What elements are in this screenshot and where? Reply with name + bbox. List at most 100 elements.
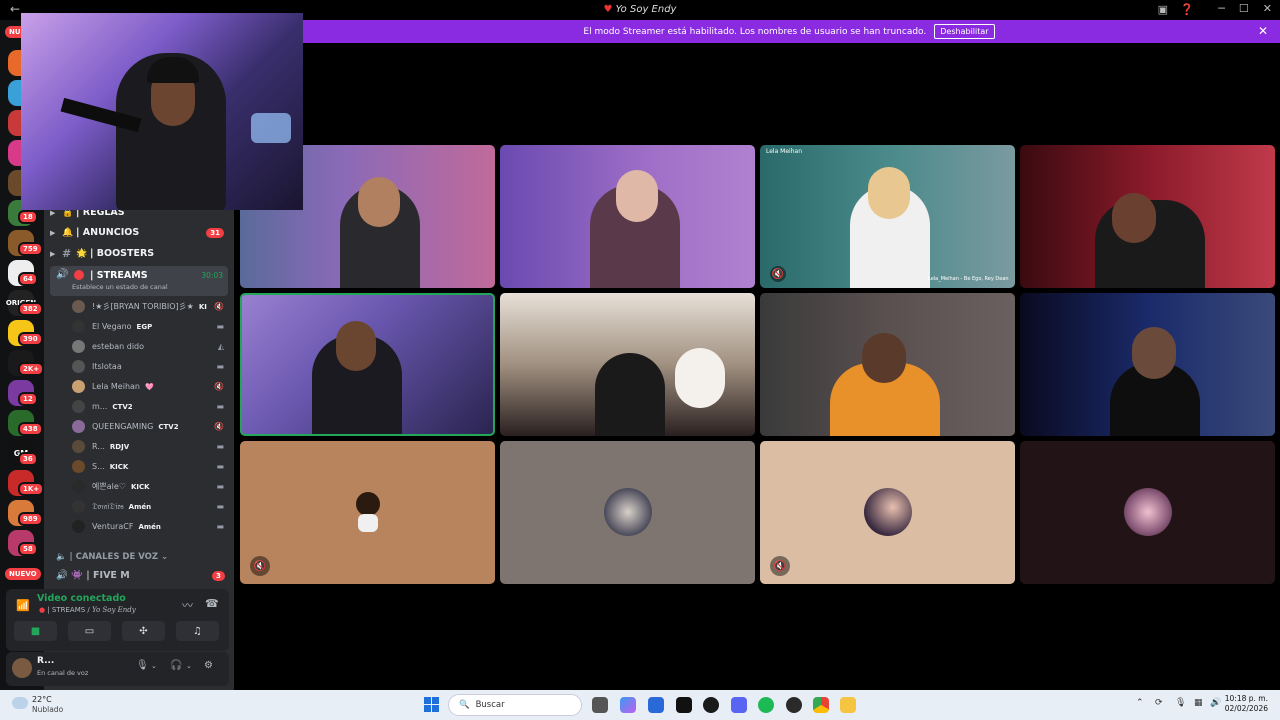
voice-user[interactable]: El Vegano EGP ▬ <box>72 317 228 336</box>
muted-icon: 🔇 <box>770 556 790 576</box>
user-tag: CTV2 <box>112 402 133 411</box>
server-badge: 1K+ <box>18 482 45 496</box>
video-tile[interactable] <box>1020 145 1275 288</box>
video-icon: ▬ <box>216 362 224 371</box>
head-shape <box>616 170 658 222</box>
noise-suppression-icon[interactable]: 〰 <box>182 597 193 613</box>
sync-icon[interactable]: ⟳ <box>1155 698 1163 708</box>
task-view-icon[interactable] <box>592 697 608 713</box>
file-explorer-icon[interactable] <box>840 697 856 713</box>
video-tile[interactable] <box>500 293 755 436</box>
voice-user[interactable]: Itslotaa ▬ <box>72 357 228 376</box>
windows-start-icon[interactable] <box>424 697 439 712</box>
spotify-icon[interactable] <box>758 697 774 713</box>
voice-category[interactable]: 🔈 | CANALES DE VOZ ⌄ <box>56 552 168 562</box>
disable-streamer-button[interactable]: Deshabilitar <box>934 24 995 39</box>
video-tile[interactable]: Lela Meihan 🔇 Lela_Meihan - Be Ego, Rey … <box>760 145 1015 288</box>
system-clock[interactable]: 10:18 p. m. 02/02/2026 <box>1225 694 1268 714</box>
discord-taskbar-icon[interactable] <box>731 697 747 713</box>
voice-channel-name: | STREAMS / <box>47 606 90 614</box>
user-tag: KI <box>198 302 207 311</box>
taskbar-search[interactable]: 🔍 Buscar <box>448 694 582 716</box>
voice-channel-path[interactable]: ● | STREAMS / Yo Soy Endy <box>39 606 136 614</box>
obs-icon[interactable] <box>786 697 802 713</box>
voice-user[interactable]: S... KICK ▬ <box>72 457 228 476</box>
head-shape <box>1112 193 1156 243</box>
video-tile-camera-off[interactable]: 🔇 <box>240 441 495 584</box>
copilot-icon[interactable] <box>620 697 636 713</box>
camera-button[interactable]: ■ <box>14 621 57 641</box>
voice-user[interactable]: VenturaCF Amén ▬ <box>72 517 228 536</box>
minimize-icon[interactable]: ─ <box>1218 2 1225 15</box>
video-tile-camera-off[interactable] <box>500 441 755 584</box>
voice-user[interactable]: 𝔇𝔬𝔪𝔦𝔇𝔦𝔬𝔰 Amén ▬ <box>72 497 228 516</box>
microphone-icon[interactable]: 🎙 <box>136 660 149 671</box>
voice-server-name: Yo Soy Endy <box>92 606 136 614</box>
server-badge: 382 <box>18 302 43 316</box>
avatar <box>72 420 85 433</box>
video-icon: ▬ <box>216 322 224 331</box>
chevron-right-icon: ▶ <box>50 228 56 237</box>
video-tile[interactable] <box>760 293 1015 436</box>
server-badge: 759 <box>18 242 43 256</box>
video-tile-camera-off[interactable]: 🔇 <box>760 441 1015 584</box>
video-tile-active-speaker[interactable] <box>240 293 495 436</box>
chevron-up-icon[interactable]: ⌃ <box>1136 698 1144 708</box>
channel-label: | BOOSTERS <box>90 248 155 259</box>
chevron-down-icon[interactable]: ⌄ <box>151 662 157 670</box>
streamer-webcam-overlay <box>21 13 303 210</box>
voice-user[interactable]: 예쁜ale♡ KICK ▬ <box>72 477 228 496</box>
video-tile[interactable] <box>500 145 755 288</box>
inbox-icon[interactable]: ▣ <box>1158 3 1168 16</box>
user-tag: KICK <box>109 462 129 471</box>
voice-status-title[interactable]: Video conectado <box>37 593 126 604</box>
gear-icon[interactable]: ⚙ <box>204 660 213 671</box>
clock-date: 02/02/2026 <box>1224 704 1268 713</box>
search-placeholder: Buscar <box>475 700 505 710</box>
channel-status-hint[interactable]: Establece un estado de canal <box>72 283 168 291</box>
channel-streams[interactable]: 🔊 | STREAMS 30:03 Establece un estado de… <box>50 266 228 296</box>
avatar <box>72 340 85 353</box>
chevron-down-icon[interactable]: ⌄ <box>186 662 192 670</box>
voice-user[interactable]: !★彡[BRYAN TORIBIO]彡★ KI 🔇 <box>72 297 228 316</box>
share-screen-button[interactable]: ▭ <box>68 621 111 641</box>
user-tag: 🩷 <box>145 382 154 391</box>
close-banner-icon[interactable]: ✕ <box>1258 24 1268 38</box>
server-badge: 2K+ <box>18 362 45 376</box>
network-icon[interactable]: ▦ <box>1194 698 1203 708</box>
chrome-icon[interactable] <box>813 697 829 713</box>
user-name: Itslotaa <box>92 362 122 371</box>
channel-five-m[interactable]: 🔊 👾 | FIVE M3 <box>56 570 225 581</box>
channel-anuncios[interactable]: ▶ 🔔 | ANUNCIOS 31 <box>50 223 230 242</box>
voice-user[interactable]: R... RDJV ▬ <box>72 437 228 456</box>
video-tile-camera-off[interactable] <box>1020 441 1275 584</box>
channel-boosters[interactable]: ▶ # 🌟 | BOOSTERS <box>50 244 230 263</box>
voice-user[interactable]: Lela Meihan 🩷 🔇 <box>72 377 228 396</box>
video-tile[interactable] <box>1020 293 1275 436</box>
avatar[interactable] <box>12 658 32 678</box>
disconnect-icon[interactable]: ☎ <box>205 597 219 610</box>
headphones-icon[interactable]: 🎧 <box>170 660 182 671</box>
cloud-icon <box>12 697 28 709</box>
close-window-icon[interactable]: ✕ <box>1263 2 1272 15</box>
activities-button[interactable]: ✣ <box>122 621 165 641</box>
weather-widget[interactable]: 22°C Nublado <box>12 695 63 715</box>
store-icon[interactable] <box>648 697 664 713</box>
maximize-icon[interactable]: ☐ <box>1239 2 1249 15</box>
chevron-right-icon: ▶ <box>50 249 56 258</box>
microphone-icon[interactable]: 🎙 <box>1175 698 1186 708</box>
app-icon[interactable] <box>703 697 719 713</box>
help-icon[interactable]: ❓ <box>1180 3 1194 16</box>
plush-shape <box>675 348 725 408</box>
avatar <box>72 440 85 453</box>
voice-user[interactable]: QUEENGAMING CTV2 🔇 <box>72 417 228 436</box>
terminal-icon[interactable] <box>676 697 692 713</box>
temperature: 22°C <box>32 695 52 704</box>
soundboard-button[interactable]: ♫ <box>176 621 219 641</box>
voice-user[interactable]: esteban dido ◭ <box>72 337 228 356</box>
voice-user[interactable]: m... CTV2 ▬ <box>72 397 228 416</box>
volume-icon[interactable]: 🔊 <box>1210 698 1221 708</box>
voice-channel-icon: 🔊 <box>56 269 69 280</box>
avatar <box>344 488 392 536</box>
participant-caption: Lela_Meihan - Be Ego, Rey Dean <box>928 276 1009 282</box>
